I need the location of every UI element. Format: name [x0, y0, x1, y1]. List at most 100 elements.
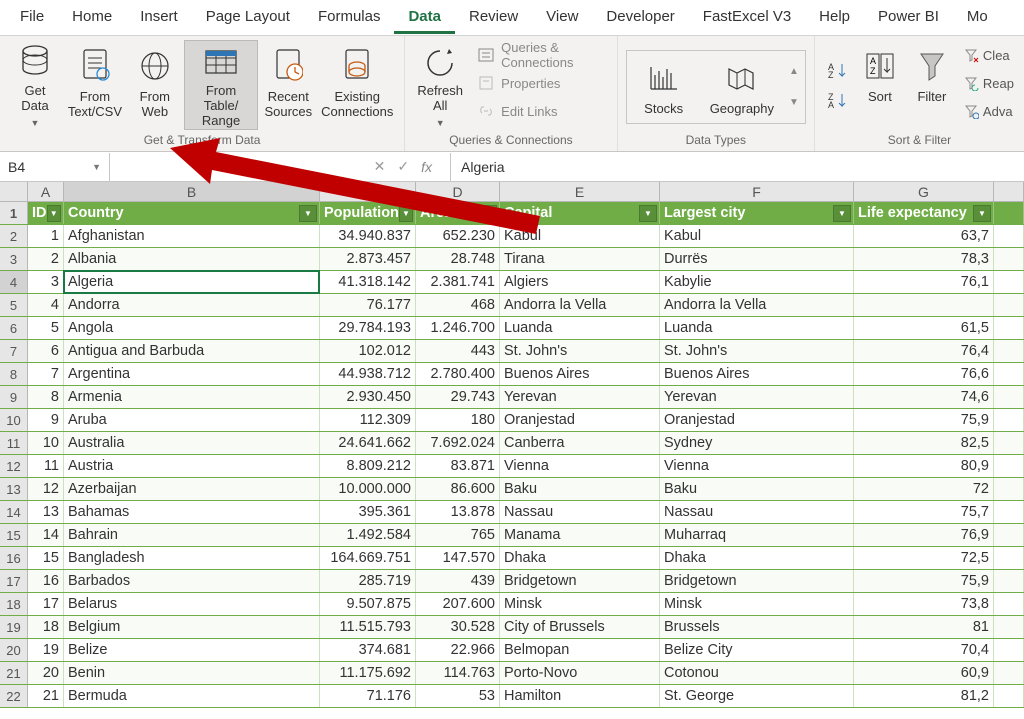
cell-largest[interactable]: Belize City	[660, 639, 854, 661]
cell-life[interactable]: 72,5	[854, 547, 994, 569]
cell-capital[interactable]: Tirana	[500, 248, 660, 270]
cell-id[interactable]: 4	[28, 294, 64, 316]
reapply-filter-button[interactable]: Reap	[961, 70, 1016, 96]
cell-population[interactable]: 285.719	[320, 570, 416, 592]
get-data-button[interactable]: Get Data ▼	[8, 40, 62, 130]
geography-type-button[interactable]: Geography	[703, 52, 781, 122]
cell-population[interactable]: 29.784.193	[320, 317, 416, 339]
cell-population[interactable]: 34.940.837	[320, 225, 416, 247]
cell-largest[interactable]: Sydney	[660, 432, 854, 454]
cell-capital[interactable]: Oranjestad	[500, 409, 660, 431]
cell-largest[interactable]: Luanda	[660, 317, 854, 339]
row-header[interactable]: 1	[0, 202, 28, 224]
row-header[interactable]: 6	[0, 317, 28, 339]
header-population[interactable]: Population▼	[320, 202, 416, 224]
col-header-c[interactable]: C	[320, 182, 416, 201]
filter-dropdown-icon[interactable]: ▼	[47, 205, 62, 222]
cell-life[interactable]: 60,9	[854, 662, 994, 684]
cell-area[interactable]: 439	[416, 570, 500, 592]
cell-area[interactable]: 180	[416, 409, 500, 431]
tab-page-layout[interactable]: Page Layout	[192, 1, 304, 34]
row-header[interactable]: 10	[0, 409, 28, 431]
header-country[interactable]: Country▼	[64, 202, 320, 224]
cell-population[interactable]: 2.873.457	[320, 248, 416, 270]
row-header[interactable]: 19	[0, 616, 28, 638]
cell-largest[interactable]: Kabul	[660, 225, 854, 247]
cell-area[interactable]: 114.763	[416, 662, 500, 684]
cell-area[interactable]: 1.246.700	[416, 317, 500, 339]
cell-id[interactable]: 14	[28, 524, 64, 546]
cell-country[interactable]: Australia	[64, 432, 320, 454]
types-up-icon[interactable]: ▲	[789, 66, 799, 77]
cell-area[interactable]: 13.878	[416, 501, 500, 523]
col-header-e[interactable]: E	[500, 182, 660, 201]
cell-id[interactable]: 12	[28, 478, 64, 500]
filter-dropdown-icon[interactable]: ▼	[639, 205, 657, 222]
col-header-a[interactable]: A	[28, 182, 64, 201]
cell-life[interactable]: 61,5	[854, 317, 994, 339]
cell-country[interactable]: Belarus	[64, 593, 320, 615]
cell-life[interactable]: 75,9	[854, 409, 994, 431]
cell-area[interactable]: 83.871	[416, 455, 500, 477]
cell-area[interactable]: 765	[416, 524, 500, 546]
cell-largest[interactable]: Muharraq	[660, 524, 854, 546]
cell-country[interactable]: Andorra	[64, 294, 320, 316]
cell-population[interactable]: 10.000.000	[320, 478, 416, 500]
tab-data[interactable]: Data	[394, 1, 455, 34]
cell-country[interactable]: Antigua and Barbuda	[64, 340, 320, 362]
row-header[interactable]: 21	[0, 662, 28, 684]
cell-capital[interactable]: Manama	[500, 524, 660, 546]
row-header[interactable]: 18	[0, 593, 28, 615]
row-header[interactable]: 11	[0, 432, 28, 454]
cell-population[interactable]: 2.930.450	[320, 386, 416, 408]
cell-largest[interactable]: Cotonou	[660, 662, 854, 684]
cell-largest[interactable]: Bridgetown	[660, 570, 854, 592]
cell-area[interactable]: 30.528	[416, 616, 500, 638]
cell-life[interactable]: 74,6	[854, 386, 994, 408]
cell-country[interactable]: Afghanistan	[64, 225, 320, 247]
row-header[interactable]: 2	[0, 225, 28, 247]
row-header[interactable]: 3	[0, 248, 28, 270]
cell-life[interactable]	[854, 294, 994, 316]
cell-country[interactable]: Aruba	[64, 409, 320, 431]
cell-id[interactable]: 5	[28, 317, 64, 339]
cell-capital[interactable]: Hamilton	[500, 685, 660, 707]
cell-id[interactable]: 15	[28, 547, 64, 569]
row-header[interactable]: 15	[0, 524, 28, 546]
chevron-down-icon[interactable]: ▼	[92, 162, 101, 172]
row-header[interactable]: 17	[0, 570, 28, 592]
row-header[interactable]: 4	[0, 271, 28, 293]
cell-id[interactable]: 10	[28, 432, 64, 454]
tab-more[interactable]: Mo	[953, 1, 1002, 34]
cell-area[interactable]: 22.966	[416, 639, 500, 661]
cell-population[interactable]: 11.175.692	[320, 662, 416, 684]
cell-country[interactable]: Armenia	[64, 386, 320, 408]
row-header[interactable]: 16	[0, 547, 28, 569]
cell-country[interactable]: Austria	[64, 455, 320, 477]
row-header[interactable]: 20	[0, 639, 28, 661]
cell-capital[interactable]: Canberra	[500, 432, 660, 454]
cell-capital[interactable]: Bridgetown	[500, 570, 660, 592]
col-header-f[interactable]: F	[660, 182, 854, 201]
cell-country[interactable]: Bangladesh	[64, 547, 320, 569]
tab-formulas[interactable]: Formulas	[304, 1, 395, 34]
cell-capital[interactable]: Dhaka	[500, 547, 660, 569]
cell-population[interactable]: 102.012	[320, 340, 416, 362]
cell-largest[interactable]: Oranjestad	[660, 409, 854, 431]
cell-area[interactable]: 7.692.024	[416, 432, 500, 454]
cell-capital[interactable]: Algiers	[500, 271, 660, 293]
cell-area[interactable]: 468	[416, 294, 500, 316]
col-header-extra[interactable]	[994, 182, 1024, 201]
cell-largest[interactable]: Andorra la Vella	[660, 294, 854, 316]
cell-country[interactable]: Albania	[64, 248, 320, 270]
cell-capital[interactable]: Yerevan	[500, 386, 660, 408]
cell-capital[interactable]: Buenos Aires	[500, 363, 660, 385]
formula-input[interactable]: Algeria	[450, 153, 1024, 181]
header-life[interactable]: Life expectancy▼	[854, 202, 994, 224]
cell-id[interactable]: 20	[28, 662, 64, 684]
cell-id[interactable]: 2	[28, 248, 64, 270]
cell-country[interactable]: Belize	[64, 639, 320, 661]
cell-largest[interactable]: Baku	[660, 478, 854, 500]
cell-id[interactable]: 1	[28, 225, 64, 247]
cell-area[interactable]: 443	[416, 340, 500, 362]
